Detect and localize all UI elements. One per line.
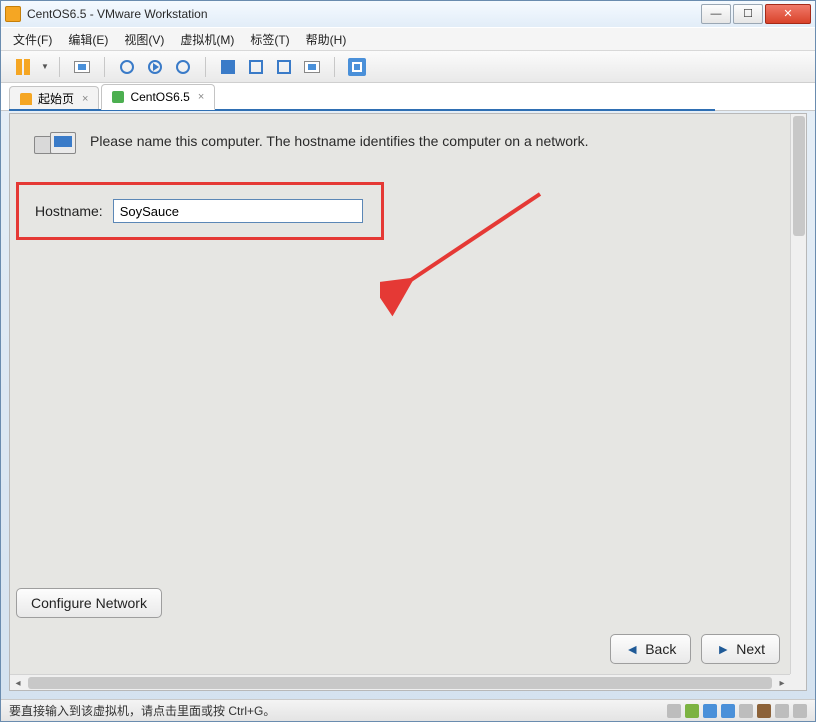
close-icon[interactable]: × [82,93,88,105]
separator [205,57,206,77]
vmware-window: CentOS6.5 - VMware Workstation — ☐ ✕ 文件(… [0,0,816,722]
menubar: 文件(F) 编辑(E) 视图(V) 虚拟机(M) 标签(T) 帮助(H) [1,27,815,51]
hdd-icon[interactable] [667,704,681,718]
snapshot-button[interactable] [70,55,94,79]
scroll-left-icon[interactable]: ◂ [10,676,26,692]
view-console-icon[interactable] [244,55,268,79]
scroll-right-icon[interactable]: ▸ [774,675,790,691]
cd-icon[interactable] [685,704,699,718]
separator [59,57,60,77]
network-icon[interactable] [721,704,735,718]
menu-tabs[interactable]: 标签(T) [250,31,289,48]
menu-file[interactable]: 文件(F) [13,31,52,48]
message-icon[interactable] [793,704,807,718]
tab-home-label: 起始页 [38,90,74,107]
power-dropdown-icon[interactable]: ▼ [41,62,49,71]
installer-panel: Please name this computer. The hostname … [10,114,790,674]
view-thumbnail-icon[interactable] [300,55,324,79]
fullscreen-button[interactable] [345,55,369,79]
back-button[interactable]: ◄ Back [610,634,691,664]
usb-icon[interactable] [739,704,753,718]
view-unity-icon[interactable] [272,55,296,79]
snapshot-revert-icon[interactable] [143,55,167,79]
vmware-icon [5,6,21,22]
tabstrip: 起始页 × CentOS6.5 × [1,83,815,111]
minimize-button[interactable]: — [701,4,731,24]
annotation-arrow-icon [380,164,560,344]
configure-network-label: Configure Network [31,595,147,611]
tab-home[interactable]: 起始页 × [9,86,99,110]
tab-centos[interactable]: CentOS6.5 × [101,84,215,110]
configure-network-button[interactable]: Configure Network [16,588,162,618]
menu-edit[interactable]: 编辑(E) [68,31,108,48]
snapshot-manager-icon[interactable] [171,55,195,79]
toolbar: ▼ [1,51,815,83]
back-label: Back [645,641,676,657]
menu-view[interactable]: 视图(V) [124,31,164,48]
hostname-highlight-box: Hostname: [16,182,384,240]
scroll-thumb[interactable] [28,677,772,689]
statusbar: 要直接输入到该虚拟机，请点击里面或按 Ctrl+G。 [1,699,815,721]
guest-display[interactable]: Please name this computer. The hostname … [9,113,807,691]
device-tray [667,704,807,718]
status-hint: 要直接输入到该虚拟机，请点击里面或按 Ctrl+G。 [9,702,275,719]
hostname-label: Hostname: [35,203,103,219]
view-single-icon[interactable] [216,55,240,79]
scroll-thumb[interactable] [793,116,805,236]
close-button[interactable]: ✕ [765,4,811,24]
arrow-right-icon: ► [716,641,730,657]
titlebar: CentOS6.5 - VMware Workstation — ☐ ✕ [1,1,815,27]
snapshot-take-icon[interactable] [115,55,139,79]
arrow-left-icon: ◄ [625,641,639,657]
menu-vm[interactable]: 虚拟机(M) [180,31,234,48]
next-button[interactable]: ► Next [701,634,780,664]
home-icon [20,93,32,105]
scroll-corner [790,674,806,690]
vm-icon [112,91,124,103]
vertical-scrollbar[interactable] [790,114,806,674]
hostname-blurb-text: Please name this computer. The hostname … [90,132,589,151]
close-icon[interactable]: × [198,91,204,103]
printer-icon[interactable] [775,704,789,718]
floppy-icon[interactable] [703,704,717,718]
horizontal-scrollbar[interactable]: ◂ ▸ [10,674,790,690]
hostname-input[interactable] [113,199,363,223]
computer-icon [34,132,78,168]
maximize-button[interactable]: ☐ [733,4,763,24]
separator [104,57,105,77]
window-buttons: — ☐ ✕ [699,4,811,24]
next-label: Next [736,641,765,657]
hostname-blurb: Please name this computer. The hostname … [34,132,778,168]
sound-icon[interactable] [757,704,771,718]
tab-centos-label: CentOS6.5 [130,90,189,104]
pause-button[interactable] [11,55,35,79]
separator [334,57,335,77]
menu-help[interactable]: 帮助(H) [306,31,347,48]
window-title: CentOS6.5 - VMware Workstation [27,7,699,21]
nav-buttons: ◄ Back ► Next [610,634,780,664]
